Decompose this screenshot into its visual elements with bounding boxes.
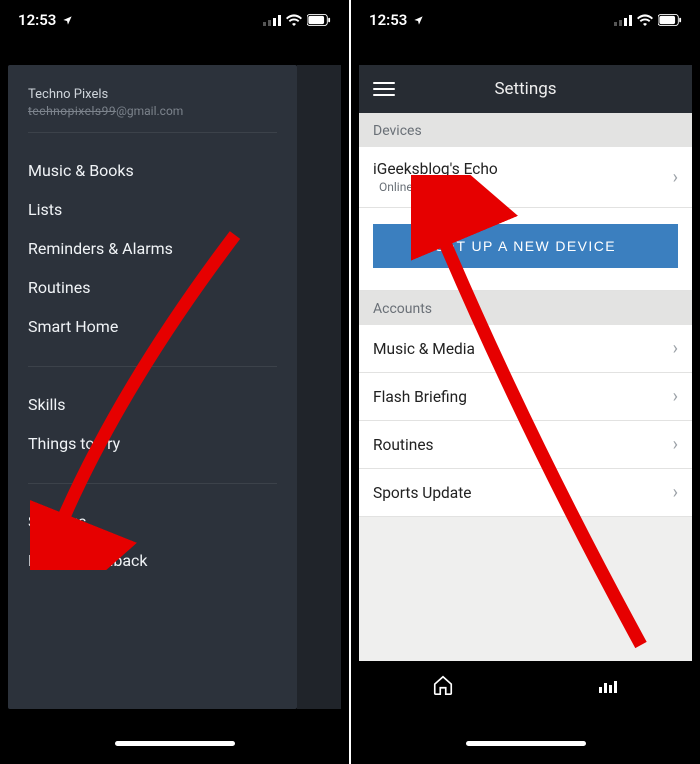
sidebar-item-help-feedback[interactable]: Help & Feedback <box>28 541 277 580</box>
home-indicator <box>115 741 235 746</box>
device-status: Online <box>379 180 498 194</box>
battery-icon <box>307 14 331 26</box>
sidebar-item-smart-home[interactable]: Smart Home <box>28 307 277 346</box>
chevron-right-icon: › <box>673 386 678 407</box>
section-devices-label: Devices <box>359 113 692 147</box>
phone-right: 12:53 Settings Devices iGeeksblog's Echo… <box>351 0 700 764</box>
wifi-icon <box>286 14 302 26</box>
row-music-media[interactable]: Music & Media › <box>359 325 692 373</box>
cell-icon <box>614 15 632 26</box>
sidebar-item-lists[interactable]: Lists <box>28 190 277 229</box>
section-accounts-label: Accounts <box>359 291 692 325</box>
equalizer-icon[interactable] <box>599 677 619 693</box>
device-row-echo[interactable]: iGeeksblog's Echo Online › <box>359 147 692 208</box>
sidebar-item-routines[interactable]: Routines <box>28 268 277 307</box>
status-bar: 12:53 <box>351 0 700 40</box>
sidebar-item-reminders-alarms[interactable]: Reminders & Alarms <box>28 229 277 268</box>
page-title: Settings <box>359 79 692 99</box>
profile-name: Techno Pixels <box>28 87 277 102</box>
wifi-icon <box>637 14 653 26</box>
row-label: Sports Update <box>373 484 472 502</box>
row-label: Flash Briefing <box>373 388 467 406</box>
location-icon <box>413 15 424 26</box>
row-label: Routines <box>373 436 434 454</box>
hamburger-icon[interactable] <box>373 82 395 96</box>
profile-email: technopixels99@gmail.com <box>28 104 277 118</box>
settings-screen: Settings Devices iGeeksblog's Echo Onlin… <box>359 65 692 709</box>
row-flash-briefing[interactable]: Flash Briefing › <box>359 373 692 421</box>
phone-left: 12:53 Techno Pixels technopixels99@gmail… <box>0 0 349 764</box>
home-icon[interactable] <box>432 674 454 696</box>
location-icon <box>62 15 73 26</box>
chevron-right-icon: › <box>673 482 678 503</box>
sidebar-item-things-to-try[interactable]: Things to Try <box>28 424 277 463</box>
status-time: 12:53 <box>369 11 407 29</box>
battery-icon <box>658 14 682 26</box>
chevron-right-icon: › <box>673 167 678 188</box>
row-sports-update[interactable]: Sports Update › <box>359 469 692 517</box>
device-name: iGeeksblog's Echo <box>373 160 498 178</box>
home-indicator <box>466 741 586 746</box>
sidebar-item-music-books[interactable]: Music & Books <box>28 151 277 190</box>
setup-new-device-button[interactable]: SET UP A NEW DEVICE <box>373 224 678 268</box>
bottom-nav <box>359 661 692 709</box>
cell-icon <box>263 15 281 26</box>
sidebar-drawer: Techno Pixels technopixels99@gmail.com M… <box>8 65 297 709</box>
status-time: 12:53 <box>18 11 56 29</box>
sidebar-item-settings[interactable]: Settings <box>28 502 277 541</box>
status-bar: 12:53 <box>0 0 349 40</box>
row-label: Music & Media <box>373 340 475 358</box>
settings-header: Settings <box>359 65 692 113</box>
sidebar-item-skills[interactable]: Skills <box>28 385 277 424</box>
row-routines[interactable]: Routines › <box>359 421 692 469</box>
chevron-right-icon: › <box>673 338 678 359</box>
chevron-right-icon: › <box>673 434 678 455</box>
